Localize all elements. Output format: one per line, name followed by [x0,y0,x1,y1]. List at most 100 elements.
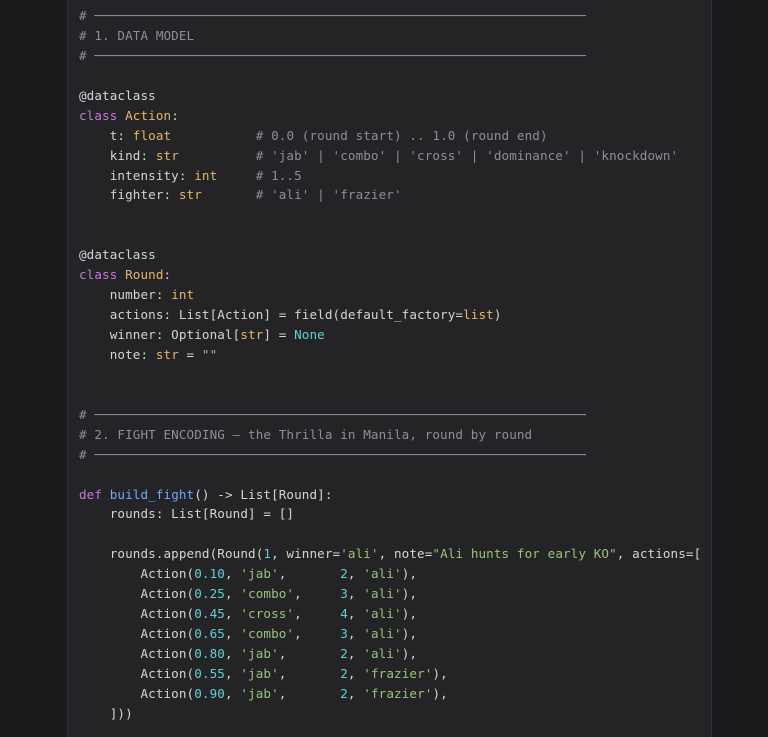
code-line: number: int [79,285,701,305]
code-line: actions: List[Action] = field(default_fa… [79,305,701,325]
code-token: str [178,187,202,203]
code-line: # ──────────────────────────────────────… [79,445,701,465]
code-token: 2 [340,566,348,582]
code-line: intensity: int # 1..5 [79,166,701,186]
code-token: ), [401,566,418,582]
code-token: 0.90 [194,685,225,701]
code-line: # 2. FIGHT ENCODING — the Thrilla in Man… [79,425,701,445]
code-token: t: [79,127,133,143]
code-token: 'ali' [363,586,402,602]
code-token: 0.10 [194,566,225,582]
code-token: # ──────────────────────────────────────… [79,406,587,422]
code-token: Action( [79,685,195,701]
code-token: str [155,346,179,362]
code-token: @dataclass [79,247,156,263]
code-token: int [171,287,195,303]
code-token: , [294,626,341,642]
code-token: Action( [79,665,195,681]
code-line: # ──────────────────────────────────────… [79,405,701,425]
code-token: , [278,646,341,661]
code-token: Action [125,107,172,123]
code-token: 0.55 [194,665,225,681]
code-token: , [294,606,341,622]
code-token: 0.45 [194,606,225,622]
code-line: Action(0.25, 'combo', 3, 'ali'), [79,584,701,604]
code-token: , [347,606,364,622]
code-line: t: float # 0.0 (round start) .. 1.0 (rou… [79,126,701,146]
code-token: rounds.append(Round( [79,546,264,562]
code-token: # 1. DATA MODEL [79,27,195,43]
code-token: 2 [340,685,348,701]
code-content[interactable]: # ──────────────────────────────────────… [79,6,701,724]
code-token: , [347,665,364,681]
code-token: ), [401,646,418,661]
code-token: str [155,147,179,163]
code-token: actions: List[Action] = field(default_fa… [79,307,464,323]
code-token: , [347,626,364,642]
code-token: @dataclass [79,87,156,103]
code-token: , [224,646,241,661]
code-token: , [224,665,241,681]
code-token: , [347,685,364,701]
code-token: Round [125,267,164,283]
code-token: , actions=[ [616,546,702,562]
code-token: ])) [79,705,133,721]
code-line: class Action: [79,106,701,126]
code-token: , [278,566,341,582]
code-token: , [278,685,341,701]
code-line: @dataclass [79,245,701,265]
code-token: 3 [340,626,348,642]
code-line: Action(0.45, 'cross', 4, 'ali'), [79,604,701,624]
code-token: 'cross' [240,606,295,622]
code-token: number: [79,287,172,303]
code-line: Action(0.65, 'combo', 3, 'ali'), [79,624,701,644]
code-token: : [163,267,172,283]
code-token: # 2. FIGHT ENCODING — the Thrilla in Man… [79,426,533,442]
code-token: 3 [340,586,348,602]
code-token: # ──────────────────────────────────────… [79,8,587,23]
code-token: Action( [79,626,195,642]
code-token: ), [401,626,418,642]
code-token: "" [201,346,218,362]
code-token: 4 [340,606,348,622]
code-token: 'combo' [240,586,295,602]
code-token: 'ali' [363,646,402,661]
code-token: 'ali' [363,566,402,582]
code-token: , [278,665,341,681]
code-line: note: str = "" [79,345,701,365]
code-token: 'frazier' [363,665,433,681]
code-token: , [294,586,341,602]
code-token: 'jab' [240,566,279,582]
code-token: 2 [340,646,348,661]
code-token: 'jab' [240,646,279,661]
code-line: winner: Optional[str] = None [79,325,701,345]
code-token: 2 [340,665,348,681]
code-token: , [224,626,241,642]
code-token: , [224,566,241,582]
code-token: "Ali hunts for early KO" [432,546,617,562]
code-token: , winner= [271,546,341,562]
code-token: Action( [79,646,195,661]
code-token: 'ali' [340,546,379,562]
code-line: Action(0.10, 'jab', 2, 'ali'), [79,564,701,584]
code-token: build_fight [109,486,195,502]
code-token: ), [432,685,448,701]
code-line: # ──────────────────────────────────────… [79,46,701,66]
code-token: 'jab' [240,685,279,701]
code-token: class [79,107,126,123]
code-token: intensity: [79,167,195,183]
code-token: class [79,267,126,283]
code-line: kind: str # 'jab' | 'combo' | 'cross' | … [79,146,701,166]
code-token: # ──────────────────────────────────────… [79,446,587,462]
code-token: () -> List[Round]: [194,486,333,502]
code-token: 0.25 [194,586,225,602]
code-token: ) [493,307,502,323]
code-token: 'ali' [363,606,402,622]
